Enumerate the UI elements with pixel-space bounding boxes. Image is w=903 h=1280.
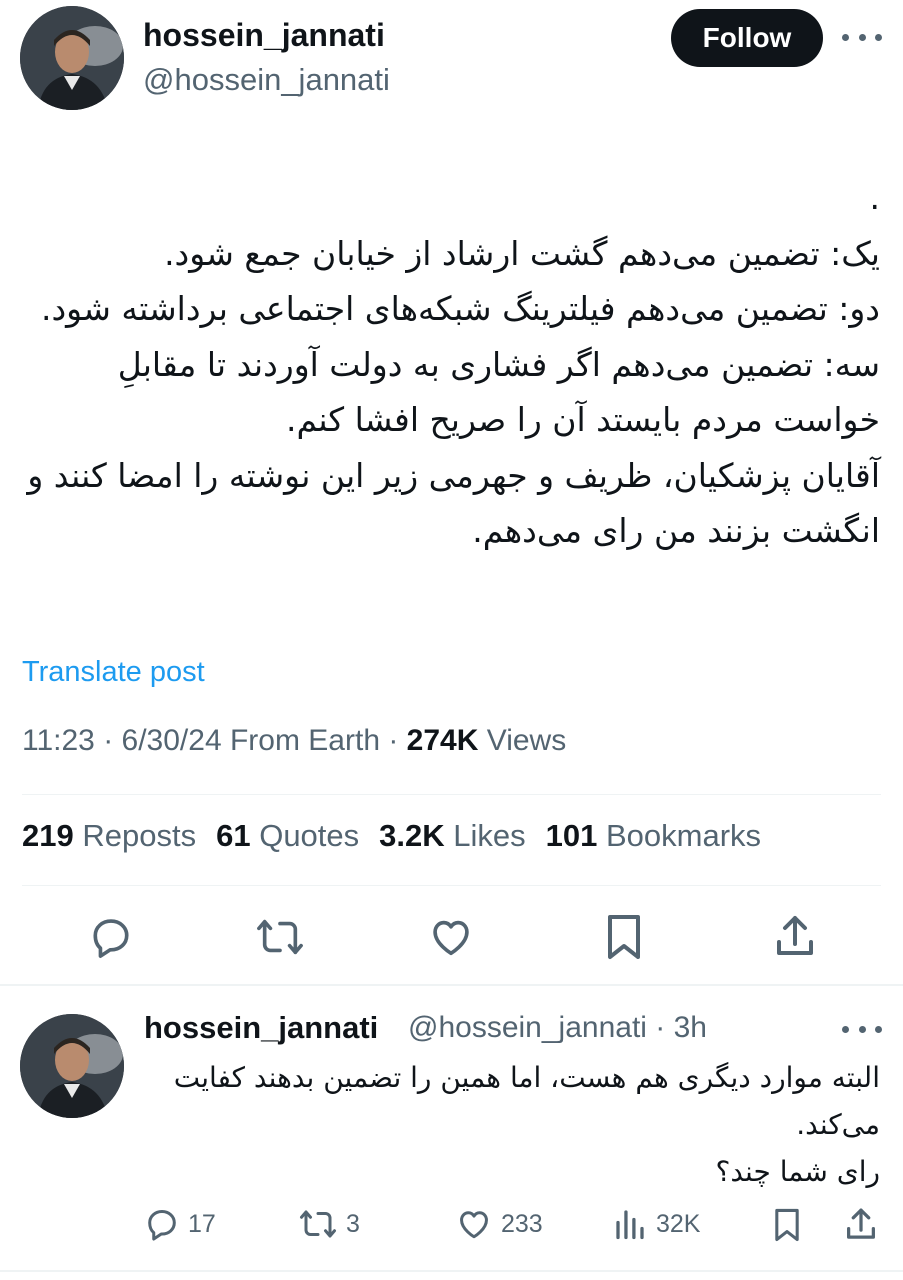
likes-stat[interactable]: 3.2K Likes — [379, 818, 525, 854]
tweet-time[interactable]: 11:23 — [22, 724, 95, 757]
reply-reply-button[interactable]: 17 — [144, 1206, 216, 1242]
tweet-date[interactable]: 6/30/24 — [122, 724, 222, 757]
reply-repost-button[interactable]: 3 — [298, 1206, 360, 1242]
bookmark-icon — [775, 1208, 799, 1242]
section-divider — [0, 1270, 903, 1272]
reply-time[interactable]: 3h — [674, 1011, 707, 1044]
likes-label: Likes — [453, 818, 526, 853]
reply-replies-count: 17 — [188, 1209, 216, 1238]
divider — [22, 885, 881, 886]
views-label: Views — [486, 724, 567, 757]
tweet-text: . یک: تضمین می‌دهم گشت ارشاد از خیابان ج… — [27, 178, 880, 550]
reply-handle-text[interactable]: @hossein_jannati — [408, 1011, 647, 1044]
share-button[interactable] — [773, 912, 817, 960]
reply-likes-count: 233 — [501, 1209, 543, 1238]
reply-icon — [148, 1210, 176, 1241]
bookmarks-stat[interactable]: 101 Bookmarks — [546, 818, 761, 854]
bookmark-icon — [608, 915, 640, 959]
reply-author-avatar[interactable] — [20, 1014, 124, 1118]
like-button[interactable] — [428, 914, 474, 960]
reply-reposts-count: 3 — [346, 1209, 360, 1238]
quotes-stat[interactable]: 61 Quotes — [216, 818, 359, 854]
reposts-count: 219 — [22, 818, 74, 853]
reply-bookmark-button[interactable] — [771, 1206, 803, 1244]
reply-views-count: 32K — [656, 1209, 701, 1238]
heart-icon — [460, 1211, 488, 1239]
reply-icon — [93, 919, 129, 958]
repost-icon — [257, 919, 303, 955]
divider — [22, 794, 881, 795]
repost-icon — [300, 1210, 336, 1238]
reply-author-handle: @hossein_jannati · 3h — [408, 1011, 707, 1045]
engagement-stats: 219 Reposts 61 Quotes 3.2K Likes 101 Boo… — [22, 818, 781, 854]
author-avatar[interactable] — [20, 6, 124, 110]
analytics-icon — [616, 1210, 644, 1240]
share-icon — [777, 916, 813, 955]
repost-button[interactable] — [255, 914, 305, 960]
quotes-count: 61 — [216, 818, 251, 853]
share-icon — [847, 1208, 875, 1239]
meta-separator: · — [388, 724, 407, 757]
reply-author-name[interactable]: hossein_jannati — [144, 1010, 378, 1046]
bookmarks-label: Bookmarks — [606, 818, 762, 853]
more-options-icon[interactable] — [842, 25, 882, 49]
likes-count: 3.2K — [379, 818, 445, 853]
quotes-label: Quotes — [259, 818, 360, 853]
reply-text: البته موارد دیگری هم هست، اما همین را تض… — [173, 1061, 880, 1188]
reply-share-button[interactable] — [844, 1205, 878, 1243]
reply-more-options-icon[interactable] — [842, 1017, 882, 1041]
reply-button[interactable] — [88, 914, 134, 960]
reply-like-button[interactable]: 233 — [455, 1206, 543, 1242]
reply-views-button[interactable]: 32K — [612, 1206, 700, 1242]
bookmark-button[interactable] — [602, 912, 646, 962]
meta-separator: · — [646, 1011, 674, 1044]
follow-button[interactable]: Follow — [671, 9, 823, 67]
section-divider — [0, 984, 903, 986]
views-count: 274K — [406, 724, 479, 757]
author-name[interactable]: hossein_jannati — [143, 17, 385, 54]
reposts-label: Reposts — [82, 818, 197, 853]
tweet-metadata: 11:23 · 6/30/24 From Earth · 274K Views — [22, 724, 566, 758]
author-handle[interactable]: @hossein_jannati — [143, 62, 390, 98]
avatar-image — [20, 6, 124, 110]
translate-post-link[interactable]: Translate post — [22, 656, 205, 689]
reposts-stat[interactable]: 219 Reposts — [22, 818, 196, 854]
avatar-image — [20, 1014, 124, 1118]
heart-icon — [433, 920, 469, 956]
bookmarks-count: 101 — [545, 818, 598, 853]
meta-separator: · — [103, 724, 122, 757]
tweet-source: From Earth — [229, 724, 380, 757]
